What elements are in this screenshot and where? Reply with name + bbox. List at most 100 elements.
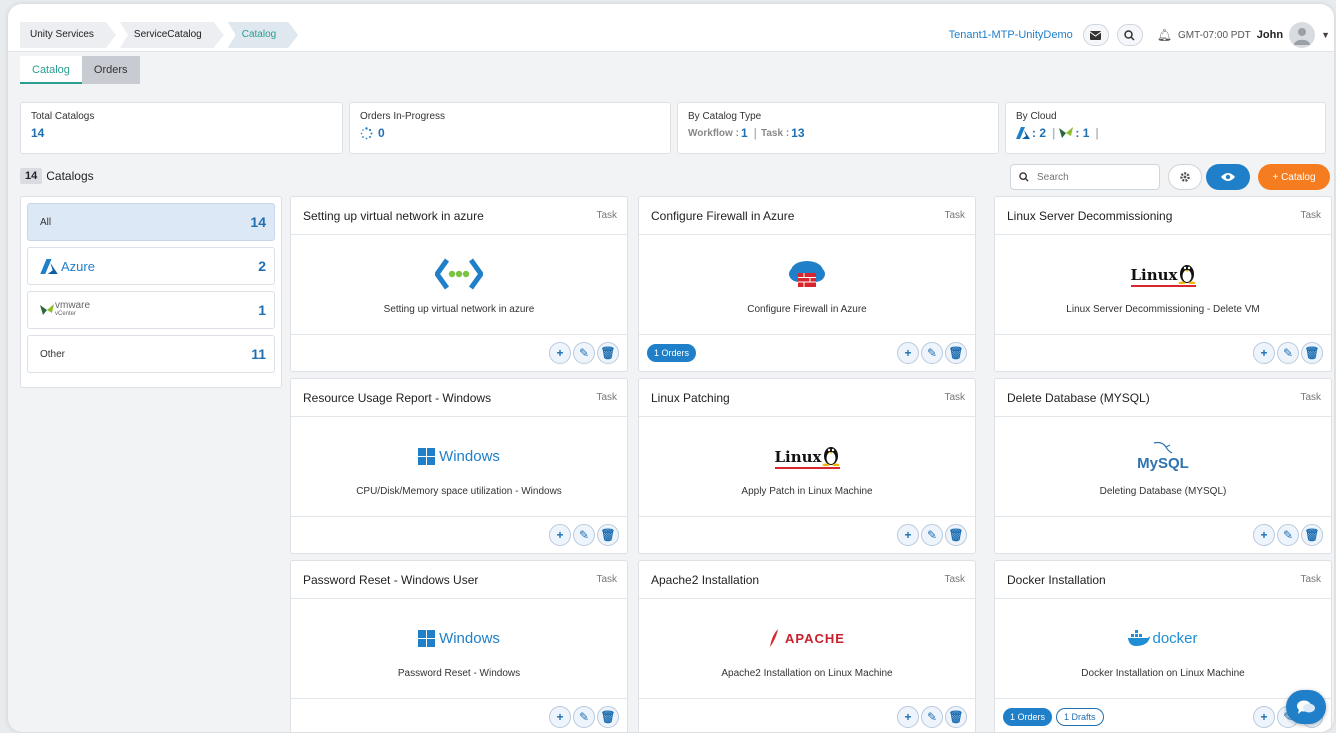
card-title[interactable]: Docker Installation [1007, 573, 1106, 587]
delete-button[interactable]: 🗑︎ [945, 706, 967, 728]
card-title[interactable]: Password Reset - Windows User [303, 573, 478, 587]
drafts-badge[interactable]: 1 Drafts [1056, 708, 1104, 726]
add-order-button[interactable]: + [549, 342, 571, 364]
search-input[interactable] [1037, 171, 1147, 183]
delete-button[interactable]: 🗑︎ [597, 524, 619, 546]
orders-badge[interactable]: 1 Orders [1003, 708, 1053, 726]
delete-button[interactable]: 🗑︎ [597, 342, 619, 364]
search-box[interactable] [1010, 164, 1160, 190]
settings-button[interactable] [1168, 164, 1202, 190]
add-order-button[interactable]: + [1253, 706, 1275, 728]
catalog-card[interactable]: Delete Database (MYSQL) Task MySQL Deleti… [994, 378, 1332, 554]
plus-icon: + [556, 528, 564, 542]
add-order-button[interactable]: + [897, 524, 919, 546]
delete-button[interactable]: 🗑︎ [597, 706, 619, 728]
windows-icon [418, 629, 436, 647]
edit-button[interactable]: ✎ [573, 524, 595, 546]
mail-icon [1090, 30, 1102, 40]
cloud-filter-sidebar: All 14 Azure 2 vmware vCenter 1 Other 11 [20, 196, 282, 388]
sidebar-item-all[interactable]: All 14 [27, 203, 275, 241]
vmware-icon [40, 304, 54, 315]
total-catalogs-card: Total Catalogs 14 [20, 102, 343, 154]
vmware-count[interactable]: : 1 [1075, 126, 1089, 140]
catalog-card[interactable]: Linux Patching Task Linux Apply Patch in … [638, 378, 976, 554]
card-title[interactable]: Resource Usage Report - Windows [303, 391, 491, 405]
windows-logo: Windows [418, 629, 500, 647]
sidebar-item-label: All [40, 216, 52, 228]
add-order-button[interactable]: + [549, 706, 571, 728]
catalog-card[interactable]: Setting up virtual network in azure Task … [290, 196, 628, 372]
add-order-button[interactable]: + [897, 706, 919, 728]
card-title[interactable]: Configure Firewall in Azure [651, 209, 794, 223]
breadcrumb-catalog[interactable]: Catalog [228, 22, 298, 48]
add-order-button[interactable]: + [1253, 342, 1275, 364]
edit-button[interactable]: ✎ [921, 706, 943, 728]
spinner-icon [360, 126, 373, 139]
workflow-count[interactable]: 1 [741, 126, 748, 140]
catalog-card[interactable]: Configure Firewall in Azure Task Configur… [638, 196, 976, 372]
catalog-card[interactable]: Apache2 Installation Task APACHE Apache2 … [638, 560, 976, 732]
edit-button[interactable]: ✎ [921, 342, 943, 364]
edit-button[interactable]: ✎ [921, 524, 943, 546]
azure-count[interactable]: : 2 [1032, 126, 1046, 140]
tux-icon [1178, 264, 1195, 284]
edit-button[interactable]: ✎ [1277, 524, 1299, 546]
task-count[interactable]: 13 [791, 126, 804, 140]
chevron-down-icon[interactable]: ▼ [1321, 30, 1330, 40]
catalog-card[interactable]: Linux Server Decommissioning Task Linux L… [994, 196, 1332, 372]
trash-icon: 🗑︎ [1304, 528, 1320, 542]
tab-catalog[interactable]: Catalog [20, 56, 82, 84]
add-catalog-button[interactable]: + Catalog [1258, 164, 1330, 190]
tenant-name[interactable]: Tenant1-MTP-UnityDemo [949, 29, 1073, 41]
linux-logo: Linux [1130, 262, 1196, 287]
add-order-button[interactable]: + [549, 524, 571, 546]
orders-in-progress-label: Orders In-Progress [360, 111, 446, 122]
edit-button[interactable]: ✎ [1277, 342, 1299, 364]
edit-button[interactable]: ✎ [573, 342, 595, 364]
card-description: Apply Patch in Linux Machine [741, 486, 873, 497]
card-title[interactable]: Setting up virtual network in azure [303, 209, 484, 223]
logo-text: APACHE [785, 630, 845, 646]
chat-button[interactable] [1286, 690, 1326, 724]
search-button[interactable] [1116, 24, 1143, 46]
delete-button[interactable]: 🗑︎ [1301, 524, 1323, 546]
edit-button[interactable]: ✎ [573, 706, 595, 728]
card-description: Configure Firewall in Azure [747, 304, 867, 315]
delete-button[interactable]: 🗑︎ [945, 342, 967, 364]
gear-icon [1180, 172, 1190, 182]
plus-icon: + [904, 346, 912, 360]
breadcrumb-service-catalog[interactable]: ServiceCatalog [120, 22, 224, 48]
breadcrumb-unity-services[interactable]: Unity Services [20, 22, 116, 48]
add-order-button[interactable]: + [1253, 524, 1275, 546]
bell-icon[interactable]: 🔔︎ [1157, 28, 1172, 42]
trash-icon: 🗑︎ [600, 710, 616, 724]
sidebar-item-vmware[interactable]: vmware vCenter 1 [27, 291, 275, 329]
delete-button[interactable]: 🗑︎ [945, 524, 967, 546]
card-title[interactable]: Apache2 Installation [651, 573, 759, 587]
user-name[interactable]: John [1257, 29, 1283, 41]
tab-orders[interactable]: Orders [81, 56, 140, 84]
catalog-card[interactable]: Resource Usage Report - Windows Task Wind… [290, 378, 628, 554]
mail-button[interactable] [1082, 24, 1109, 46]
dolphin-icon [1153, 441, 1173, 454]
card-title[interactable]: Delete Database (MYSQL) [1007, 391, 1150, 405]
card-description: Deleting Database (MYSQL) [1099, 486, 1227, 497]
avatar[interactable] [1289, 22, 1316, 48]
logo-text: Windows [439, 447, 500, 465]
eye-icon [1221, 173, 1235, 181]
sidebar-item-azure[interactable]: Azure 2 [27, 247, 275, 285]
card-title[interactable]: Linux Patching [651, 391, 730, 405]
orders-badge[interactable]: 1 Orders [647, 344, 697, 362]
breadcrumb: Unity Services ServiceCatalog Catalog [20, 22, 302, 48]
delete-button[interactable]: 🗑︎ [1301, 342, 1323, 364]
sidebar-item-other[interactable]: Other 11 [27, 335, 275, 373]
catalog-card[interactable]: Password Reset - Windows User Task Window… [290, 560, 628, 732]
sidebar-item-label: vmware [55, 300, 91, 311]
sidebar-item-label: Azure [61, 258, 95, 274]
view-toggle-button[interactable] [1206, 164, 1250, 190]
card-title[interactable]: Linux Server Decommissioning [1007, 209, 1172, 223]
tux-icon [822, 446, 839, 466]
catalog-card[interactable]: Docker Installation Task docker Docker In… [994, 560, 1332, 732]
add-order-button[interactable]: + [897, 342, 919, 364]
sidebar-item-sublabel: vCenter [55, 311, 77, 317]
